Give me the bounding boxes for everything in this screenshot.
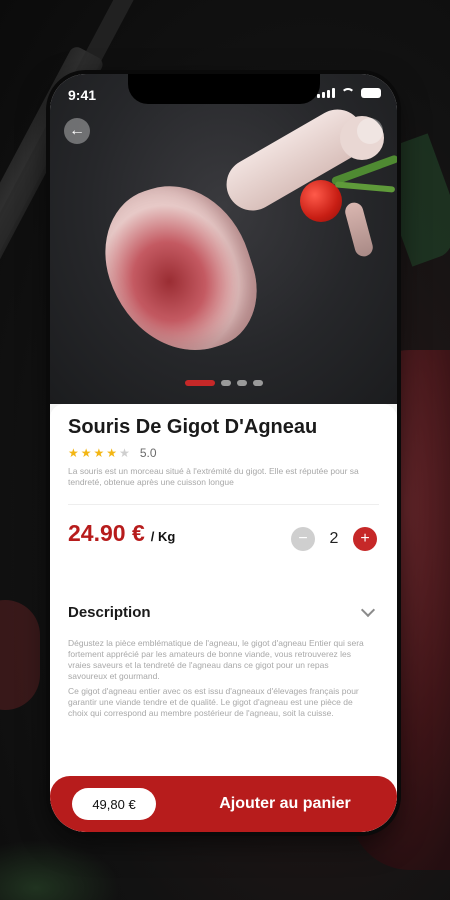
chevron-down-icon [360,602,376,618]
description-paragraph: Ce gigot d'agneau entier avec os est iss… [68,686,359,718]
bone-image [217,99,373,221]
star-icon: ★ [106,446,118,460]
status-bar: 9:41 [50,74,397,114]
background-meat [0,600,40,710]
increment-button[interactable]: + [353,527,377,551]
price-value: 24.90 € [68,520,145,546]
product-details-sheet: Souris De Gigot D'Agneau ★ ★ ★ ★ ★ 5.0 L… [50,404,397,832]
star-icon: ★ [93,446,105,460]
gallery-dot-active[interactable] [184,380,215,386]
battery-icon [361,88,381,98]
price-unit: / Kg [150,529,176,544]
favorite-button[interactable] [357,118,383,144]
description-toggle[interactable]: Description [68,600,379,624]
star-icon: ★ [119,446,130,460]
herb-stem-image [334,181,396,193]
gallery-dot[interactable] [220,380,231,386]
description-label: Description [68,603,151,621]
back-button[interactable]: ← [64,118,90,144]
description-paragraph: Dégustez la pièce emblématique de l'agne… [68,638,364,681]
minus-icon: − [298,530,308,547]
garlic-image [343,200,375,259]
plus-icon: + [360,530,370,547]
cart-bar: 49,80 € Ajouter au panier [50,776,397,832]
gallery-dot[interactable] [236,380,247,386]
phone-frame: 9:41 ← Souris De Gigot D'Agneau ★ ★ ★ ★ … [50,74,397,832]
decrement-button[interactable]: − [291,527,315,551]
status-time: 9:41 [68,87,97,103]
wifi-icon [341,88,355,98]
arrow-left-icon: ← [69,122,85,139]
quantity-stepper: − 2 + [291,526,377,552]
status-icons [317,88,381,98]
star-icon: ★ [80,446,92,460]
divider [68,504,379,505]
quantity-value: 2 [329,530,339,547]
app-screen: 9:41 ← Souris De Gigot D'Agneau ★ ★ ★ ★ … [50,74,397,832]
price: 24.90 € / Kg [68,520,175,547]
cart-total: 49,80 € [72,788,156,820]
product-image: 9:41 ← [50,74,397,404]
short-description: La souris est un morceau situé à l'extré… [68,466,359,487]
signal-icon [317,88,335,98]
phone-notch [128,74,320,104]
rating-value: 5.0 [139,446,157,460]
product-title: Souris De Gigot D'Agneau [68,416,318,438]
gallery-pagination [50,380,397,386]
star-icon: ★ [68,446,79,460]
gallery-dot[interactable] [252,380,263,386]
rating: ★ ★ ★ ★ ★ 5.0 [68,446,157,460]
background-herb [0,840,120,900]
add-to-cart-button[interactable]: Ajouter au panier [190,788,380,820]
